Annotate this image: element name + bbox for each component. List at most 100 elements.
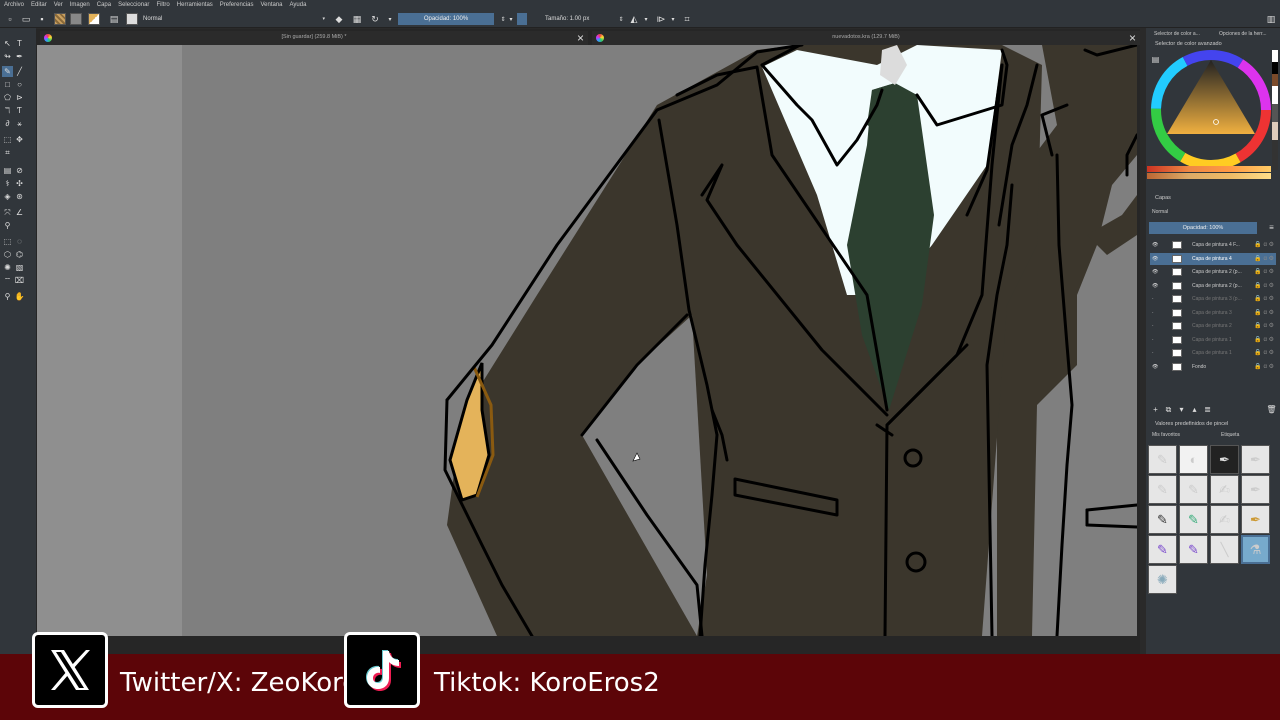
size-stepper-icon[interactable]: ⇕ [615, 13, 627, 25]
line-tool-icon[interactable]: ╱ [14, 66, 25, 77]
brush-preset-icon[interactable]: ✍ [1210, 505, 1239, 534]
chevron-down-icon[interactable]: ▾ [667, 13, 679, 25]
menu-editar[interactable]: Editar [31, 2, 47, 8]
layer-row[interactable]: 👁 Capa de pintura 4 🔒 α ⚙ [1150, 252, 1276, 265]
text-tool-icon[interactable]: T [14, 38, 25, 49]
menu-archivo[interactable]: Archivo [4, 2, 24, 8]
layer-lock-icon[interactable]: 🔒 α ⚙ [1254, 239, 1274, 251]
palette-swatches[interactable] [1272, 50, 1278, 170]
eye-hidden-icon[interactable]: · [1152, 347, 1160, 359]
wrap-around-icon[interactable]: ⌗ [681, 13, 693, 25]
zoom-tool-icon[interactable]: ⚲ [2, 291, 13, 302]
duplicate-layer-icon[interactable]: ⧉ [1163, 404, 1174, 415]
brush-preset-icon[interactable]: ✍ [1210, 475, 1239, 504]
save-icon[interactable]: ▪ [36, 13, 48, 25]
calligraphy-icon[interactable]: ✒ [14, 51, 25, 62]
eye-icon[interactable]: 👁 [1152, 280, 1160, 292]
eye-hidden-icon[interactable]: · [1152, 320, 1160, 332]
eye-hidden-icon[interactable]: · [1152, 293, 1160, 305]
new-document-icon[interactable]: ▫ [4, 13, 16, 25]
assistant-tool-icon[interactable]: ⤧ [2, 207, 13, 218]
layer-row[interactable]: · Capa de pintura 1 🔒 α ⚙ [1150, 334, 1276, 346]
layer-lock-icon[interactable]: 🔒 α ⚙ [1254, 347, 1274, 359]
document-tab-nuevadotos[interactable]: nuevadotos.kra (129.7 MiB) × [592, 31, 1140, 45]
drawing-canvas[interactable] [37, 45, 1137, 636]
reload-preset-icon[interactable]: ↻ [369, 13, 381, 25]
polyline-tool-icon[interactable]: ⊳ [14, 92, 25, 103]
menu-ventana[interactable]: Ventana [260, 2, 282, 8]
layer-menu-icon[interactable]: ≡ [1266, 222, 1277, 233]
dynamic-brush-icon[interactable]: ∂ [2, 118, 13, 129]
colorize-mask-icon[interactable]: ✣ [14, 178, 25, 189]
menu-herramientas[interactable]: Herramientas [177, 2, 213, 8]
menu-capa[interactable]: Capa [97, 2, 111, 8]
layer-row[interactable]: 👁 Capa de pintura 2 (p... 🔒 α ⚙ [1150, 280, 1276, 292]
menu-ver[interactable]: Ver [54, 2, 63, 8]
layer-lock-icon[interactable]: 🔒 α ⚙ [1254, 361, 1274, 373]
brush-preset-icon[interactable]: ⚗ [1241, 535, 1270, 564]
layer-lock-icon[interactable]: 🔒 α ⚙ [1254, 293, 1274, 305]
brush-tag-select[interactable]: Etiqueta [1221, 432, 1239, 438]
polygon-tool-icon[interactable]: ⬠ [2, 92, 13, 103]
brush-preset-icon[interactable]: ✎ [1148, 445, 1177, 474]
color-history-strip[interactable] [1147, 166, 1271, 172]
color-shade-strip[interactable] [1147, 173, 1271, 179]
brush-preset-icon[interactable]: ✎ [1148, 535, 1177, 564]
select-shapes-icon[interactable]: ↖ [2, 38, 13, 49]
brush-preset-icon[interactable]: ✒ [1241, 475, 1270, 504]
close-icon[interactable]: × [577, 31, 584, 45]
brush-preset-icon[interactable]: ✺ [1148, 565, 1177, 594]
freehand-brush-icon[interactable]: ✎ [2, 66, 13, 77]
menu-preferencias[interactable]: Preferencias [220, 2, 254, 8]
eye-icon[interactable]: 👁 [1152, 266, 1160, 278]
window-layout-icon[interactable]: ▥ [1265, 13, 1277, 25]
delete-layer-icon[interactable]: 🗑 [1266, 404, 1277, 415]
move-tool-icon[interactable]: ✥ [14, 134, 25, 145]
layer-blend-select[interactable]: Normal [1149, 208, 1261, 217]
reference-tool-icon[interactable]: ⚲ [2, 220, 13, 231]
multibrush-icon[interactable]: ⚹ [14, 118, 25, 129]
size-slider[interactable]: Tamaño: 1.00 px [517, 13, 617, 25]
gradient-swatch[interactable] [54, 13, 66, 25]
brush-preset-icon[interactable]: ✒ [1210, 445, 1239, 474]
layer-properties-icon[interactable]: ≣ [1202, 404, 1213, 415]
layer-row[interactable]: · Capa de pintura 2 🔒 α ⚙ [1150, 320, 1276, 332]
layer-lock-icon[interactable]: 🔒 α ⚙ [1254, 334, 1274, 346]
move-layer-up-icon[interactable]: ▴ [1189, 404, 1200, 415]
fill-tool-icon[interactable]: ◈ [2, 191, 13, 202]
layer-row[interactable]: · Capa de pintura 3 (p... 🔒 α ⚙ [1150, 293, 1276, 305]
menu-seleccionar[interactable]: Seleccionar [118, 2, 149, 8]
menu-filtro[interactable]: Filtro [156, 2, 169, 8]
layer-opacity-slider[interactable]: Opacidad: 100% [1149, 222, 1257, 234]
crop-tool-icon[interactable]: ⌗ [2, 147, 13, 158]
brush-preset-icon[interactable]: ✎ [1179, 505, 1208, 534]
enclose-fill-icon[interactable]: ⊛ [14, 191, 25, 202]
brush-editor-icon[interactable]: ▤ [108, 13, 120, 25]
menu-ayuda[interactable]: Ayuda [290, 2, 307, 8]
document-tab-unsaved[interactable]: [Sin guardar] (259.8 MiB) * × [40, 31, 588, 45]
polygon-select-icon[interactable]: ⬡ [2, 249, 13, 260]
eye-icon[interactable]: 👁 [1152, 361, 1160, 373]
open-document-icon[interactable]: ▭ [20, 13, 32, 25]
move-layer-down-icon[interactable]: ▾ [1176, 404, 1187, 415]
layer-row[interactable]: 👁 Capa de pintura 2 (p... 🔒 α ⚙ [1150, 266, 1276, 278]
chevron-down-icon[interactable]: ▾ [640, 13, 652, 25]
eye-hidden-icon[interactable]: · [1152, 307, 1160, 319]
color-picker-icon[interactable]: ⊘ [14, 165, 25, 176]
chevron-down-icon[interactable]: ▾ [384, 13, 396, 25]
alpha-lock-icon[interactable]: ▦ [351, 13, 363, 25]
mirror-horizontal-icon[interactable]: ◭ [628, 13, 640, 25]
eye-icon[interactable]: 👁 [1152, 239, 1160, 251]
edit-shapes-icon[interactable]: ↬ [2, 51, 13, 62]
layer-lock-icon[interactable]: 🔒 α ⚙ [1254, 280, 1274, 292]
chevron-down-icon[interactable]: ▾ [505, 13, 517, 25]
layer-row[interactable]: · Capa de pintura 1 🔒 α ⚙ [1150, 347, 1276, 359]
tab-color-selector[interactable]: Selector de color a... [1154, 31, 1200, 37]
opacity-slider[interactable]: Opacidad: 100% [398, 13, 494, 25]
pattern-swatch[interactable] [70, 13, 82, 25]
layer-lock-icon[interactable]: 🔒 α ⚙ [1254, 320, 1274, 332]
brush-preset-icon[interactable]: ✒ [1241, 445, 1270, 474]
layer-lock-icon[interactable]: 🔒 α ⚙ [1254, 253, 1274, 265]
layer-row[interactable]: 👁 Capa de pintura 4 F... 🔒 α ⚙ [1150, 239, 1276, 251]
layer-lock-icon[interactable]: 🔒 α ⚙ [1254, 266, 1274, 278]
